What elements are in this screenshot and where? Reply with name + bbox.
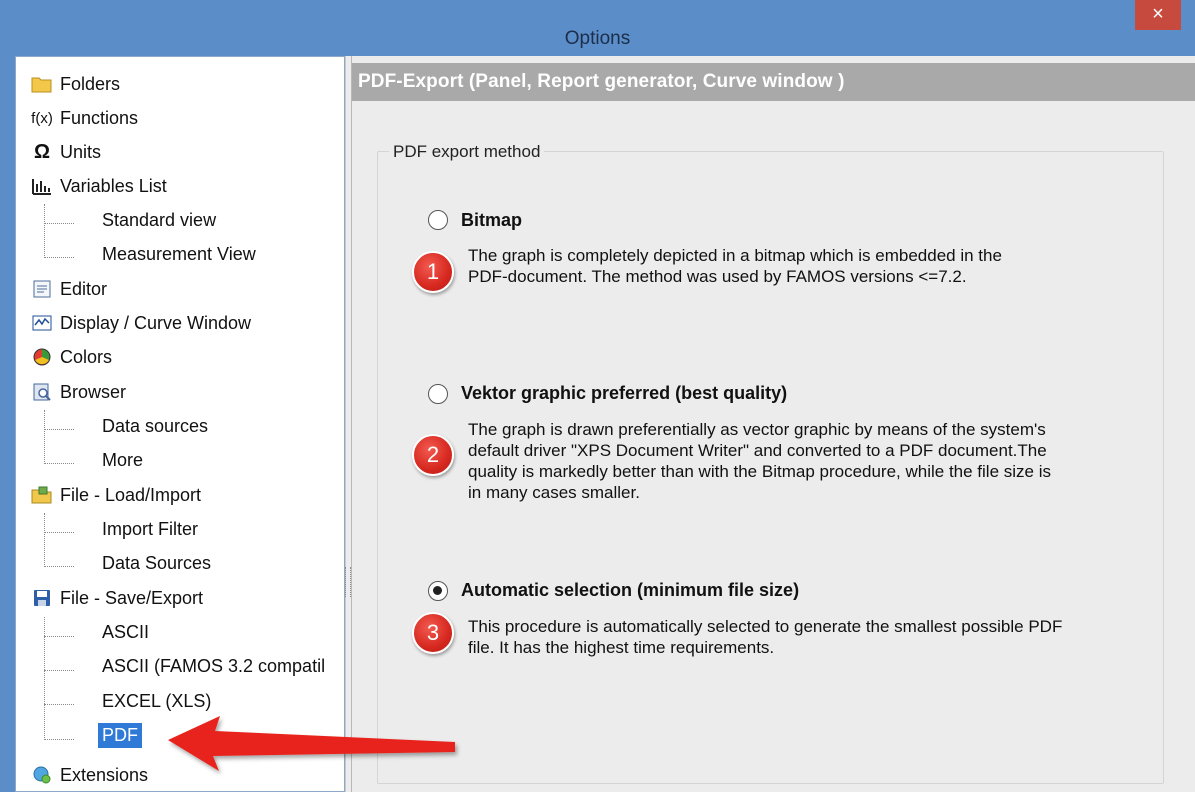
red-arrow-annotation	[168, 716, 455, 771]
options-window: Options × Folders f(x) Functions Ω Units…	[0, 0, 1195, 792]
